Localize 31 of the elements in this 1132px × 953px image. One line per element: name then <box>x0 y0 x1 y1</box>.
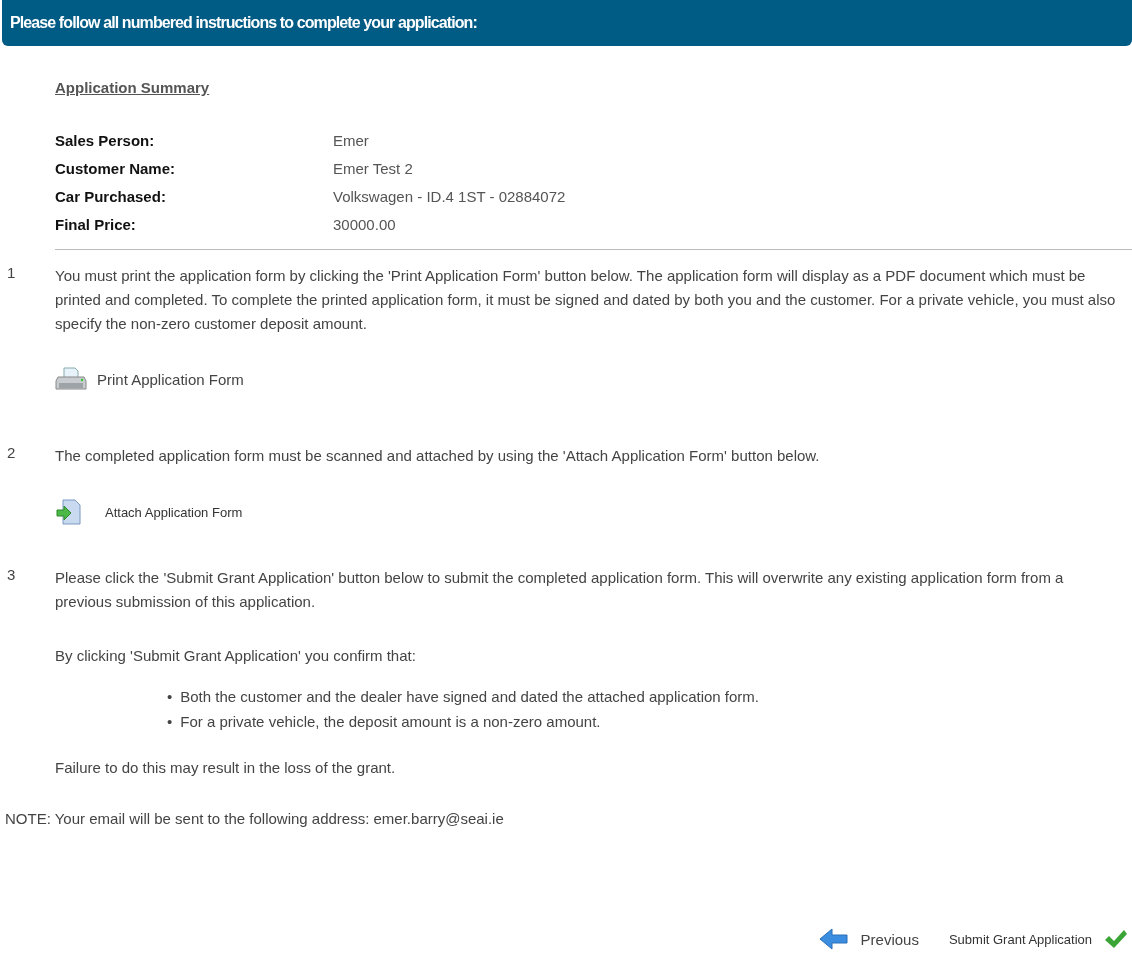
submit-button[interactable]: Submit Grant Application <box>948 929 1128 949</box>
instruction-text: The completed application form must be scanned and attached by using the 'Attach Application Form' button below. <box>55 446 821 466</box>
printer-icon <box>55 366 87 392</box>
field-label: Sales Person: <box>55 131 156 151</box>
field-value: Emer <box>333 131 370 151</box>
step-number: 1 <box>6 264 17 283</box>
previous-button[interactable]: Previous <box>818 928 919 950</box>
instruction-text: Please click the 'Submit Grant Application' button below to submit the completed application form. This will overwrite any existing application form from a previous submission of this application. <box>55 568 1065 612</box>
bullet-text: Both the customer and the dealer have signed and dated the attached application form. <box>180 687 759 707</box>
field-value: 30000.00 <box>333 215 397 235</box>
print-button[interactable]: Print Application Form <box>55 366 244 392</box>
note-text: NOTE: Your email will be sent to the following address: emer.barry@seai.ie <box>4 810 505 827</box>
step-number: 2 <box>6 444 17 463</box>
attach-button[interactable]: Attach Application Form <box>55 498 243 526</box>
field-label: Car Purchased: <box>55 187 167 207</box>
section-heading: Application Summary <box>55 79 211 96</box>
bullet-marker: • <box>167 712 173 732</box>
field-value: Emer Test 2 <box>333 159 414 179</box>
left-arrow-icon <box>818 928 849 950</box>
header-title: Please follow all numbered instructions to complete your application: <box>10 14 477 32</box>
instruction-text: You must print the application form by clicking the 'Print Application Form' button below. The application form will display as a PDF document which must be printed and completed. To complete the printed application form, it must be signed and dated by both you and the customer. For a private vehicle, you must also specify the non-zero customer deposit amount. <box>55 266 1117 334</box>
instruction-text: By clicking 'Submit Grant Application' you confirm that: <box>55 646 417 666</box>
document-arrow-icon <box>55 498 83 526</box>
step-number: 3 <box>6 566 17 585</box>
bullet-text: For a private vehicle, the deposit amount is a non-zero amount. <box>180 712 601 732</box>
field-label: Customer Name: <box>55 159 177 179</box>
checkmark-icon <box>1104 929 1128 949</box>
field-label: Final Price: <box>55 215 137 235</box>
field-value: Volkswagen - ID.4 1ST - 02884072 <box>333 187 567 207</box>
bullet-marker: • <box>167 687 173 707</box>
instruction-text: Failure to do this may result in the loss of the grant. <box>55 758 397 778</box>
